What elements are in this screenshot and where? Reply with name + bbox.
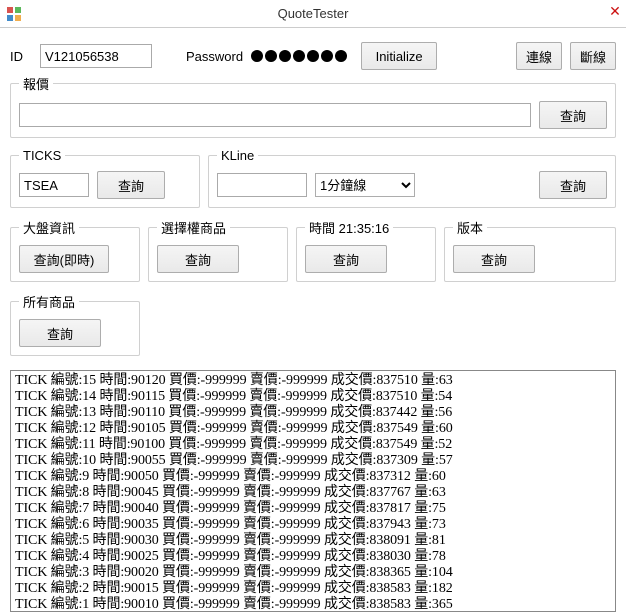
- log-line: TICK 編號:5 時間:90030 買價:-999999 賣價:-999999…: [15, 533, 611, 549]
- products-legend: 所有商品: [19, 292, 79, 311]
- window-title: QuoteTester: [278, 6, 349, 21]
- close-icon[interactable]: ✕: [604, 0, 626, 28]
- kline-query-button[interactable]: 查詢: [539, 171, 607, 199]
- password-dot: [321, 50, 333, 62]
- version-group: 版本 查詢: [444, 218, 616, 282]
- titlebar: QuoteTester ✕: [0, 0, 626, 28]
- log-line: TICK 編號:1 時間:90010 買價:-999999 賣價:-999999…: [15, 597, 611, 612]
- kline-legend: KLine: [217, 148, 258, 163]
- option-query-button[interactable]: 查詢: [157, 245, 239, 273]
- log-line: TICK 編號:14 時間:90115 買價:-999999 賣價:-99999…: [15, 389, 611, 405]
- quote-input[interactable]: [19, 103, 531, 127]
- log-line: TICK 編號:8 時間:90045 買價:-999999 賣價:-999999…: [15, 485, 611, 501]
- password-dot: [265, 50, 277, 62]
- market-legend: 大盤資訊: [19, 218, 79, 237]
- log-line: TICK 編號:6 時間:90035 買價:-999999 賣價:-999999…: [15, 517, 611, 533]
- log-line: TICK 編號:12 時間:90105 買價:-999999 賣價:-99999…: [15, 421, 611, 437]
- password-dot: [307, 50, 319, 62]
- products-group: 所有商品 查詢: [10, 292, 140, 356]
- log-line: TICK 編號:4 時間:90025 買價:-999999 賣價:-999999…: [15, 549, 611, 565]
- password-dot: [279, 50, 291, 62]
- log-line: TICK 編號:11 時間:90100 買價:-999999 賣價:-99999…: [15, 437, 611, 453]
- kline-interval-select[interactable]: 1分鐘線: [315, 173, 415, 197]
- connect-button[interactable]: 連線: [516, 42, 562, 70]
- disconnect-button[interactable]: 斷線: [570, 42, 616, 70]
- quote-legend: 報價: [19, 74, 53, 93]
- option-group: 選擇權商品 查詢: [148, 218, 288, 282]
- initialize-button[interactable]: Initialize: [361, 42, 437, 70]
- id-input[interactable]: [40, 44, 152, 68]
- time-group: 時間 21:35:16 查詢: [296, 218, 436, 282]
- ticks-legend: TICKS: [19, 148, 65, 163]
- ticks-input[interactable]: [19, 173, 89, 197]
- quote-group: 報價 查詢: [10, 74, 616, 138]
- log-line: TICK 編號:2 時間:90015 買價:-999999 賣價:-999999…: [15, 581, 611, 597]
- password-dot: [293, 50, 305, 62]
- log-output[interactable]: TICK 編號:15 時間:90120 買價:-999999 賣價:-99999…: [10, 370, 616, 612]
- log-line: TICK 編號:7 時間:90040 買價:-999999 賣價:-999999…: [15, 501, 611, 517]
- log-line: TICK 編號:13 時間:90110 買價:-999999 賣價:-99999…: [15, 405, 611, 421]
- products-query-button[interactable]: 查詢: [19, 319, 101, 347]
- time-legend: 時間 21:35:16: [305, 218, 393, 237]
- password-label: Password: [186, 49, 243, 64]
- id-label: ID: [10, 49, 32, 64]
- version-query-button[interactable]: 查詢: [453, 245, 535, 273]
- time-query-button[interactable]: 查詢: [305, 245, 387, 273]
- ticks-group: TICKS 查詢: [10, 148, 200, 208]
- ticks-query-button[interactable]: 查詢: [97, 171, 165, 199]
- quote-query-button[interactable]: 查詢: [539, 101, 607, 129]
- password-dot: [251, 50, 263, 62]
- log-line: TICK 編號:3 時間:90020 買價:-999999 賣價:-999999…: [15, 565, 611, 581]
- market-group: 大盤資訊 查詢(即時): [10, 218, 140, 282]
- log-line: TICK 編號:9 時間:90050 買價:-999999 賣價:-999999…: [15, 469, 611, 485]
- kline-group: KLine 1分鐘線 查詢: [208, 148, 616, 208]
- log-line: TICK 編號:15 時間:90120 買價:-999999 賣價:-99999…: [15, 373, 611, 389]
- app-icon: [6, 6, 22, 22]
- kline-input[interactable]: [217, 173, 307, 197]
- log-line: TICK 編號:10 時間:90055 買價:-999999 賣價:-99999…: [15, 453, 611, 469]
- market-query-button[interactable]: 查詢(即時): [19, 245, 109, 273]
- option-legend: 選擇權商品: [157, 218, 230, 237]
- password-input[interactable]: [251, 44, 353, 68]
- password-dot: [335, 50, 347, 62]
- version-legend: 版本: [453, 218, 487, 237]
